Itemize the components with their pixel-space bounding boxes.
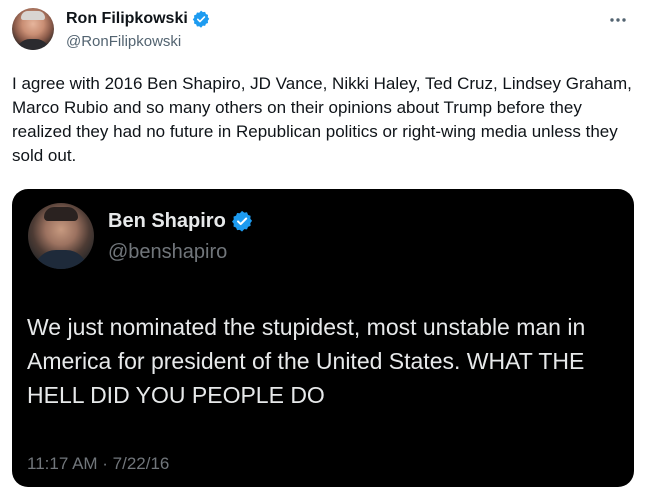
quoted-timestamp: 11:17 AM · 7/22/16 (27, 454, 170, 473)
ellipsis-icon[interactable] (606, 10, 630, 30)
quoted-tweet-image[interactable]: Ben Shapiro @benshapiro We just nominate… (12, 189, 634, 487)
tweet-text: I agree with 2016 Ben Shapiro, JD Vance,… (12, 74, 632, 165)
quoted-avatar-suit (34, 250, 88, 269)
quoted-author-avatar (28, 203, 94, 269)
more-options-icon (610, 18, 626, 22)
author-handle[interactable]: @RonFilipkowski (66, 32, 181, 52)
quoted-tweet-text: We just nominated the stupidest, most un… (27, 314, 586, 408)
avatar-shirt (16, 39, 50, 50)
avatar-hair (21, 11, 45, 20)
author-avatar[interactable] (12, 8, 54, 50)
quoted-handle: @benshapiro (108, 241, 228, 263)
quoted-display-name: Ben Shapiro (108, 210, 226, 232)
tweet-card: Ron Filipkowski @RonFilipkowski I agree … (0, 0, 646, 498)
author-display-name[interactable]: Ron Filipkowski (66, 9, 188, 29)
verified-badge-icon (192, 10, 210, 28)
author-name-row: Ron Filipkowski (66, 9, 210, 29)
quoted-avatar-hair (44, 207, 78, 221)
quoted-name-row: Ben Shapiro (108, 208, 253, 234)
quoted-verified-badge-icon (231, 210, 252, 232)
